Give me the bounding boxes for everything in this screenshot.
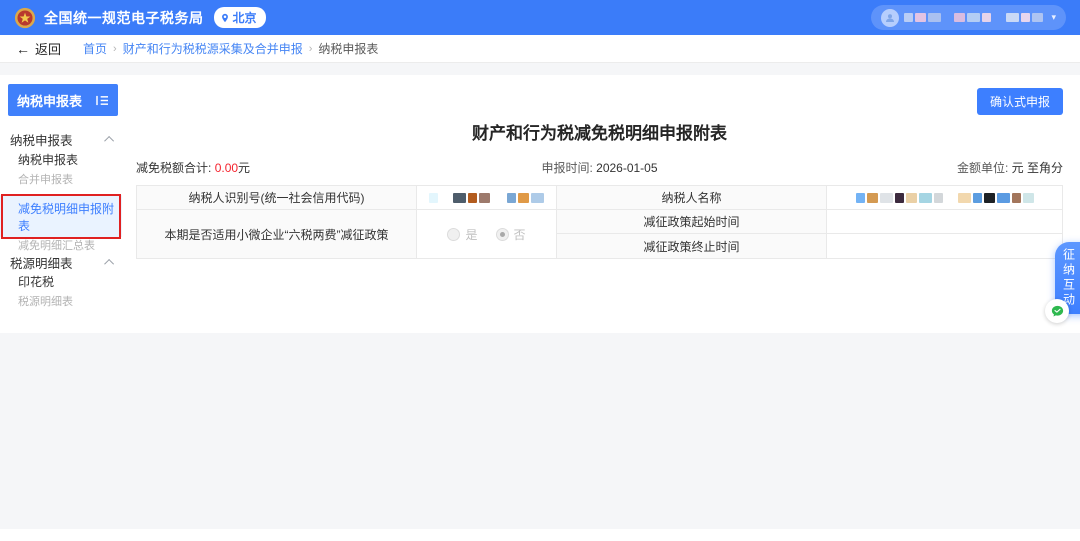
main-content: 确认式申报 财产和行为税减免税明细申报附表 减免税额合计: 0.00元 申报时间… <box>128 75 1080 333</box>
reduction-total-label: 减免税额合计: <box>136 161 211 175</box>
sidebar: 纳税申报表 纳税申报表 纳税申报表 合并申报表 减免税明细申报附表 减免明细汇总… <box>0 75 128 333</box>
declaration-table: 纳税人识别号(统一社会信用代码) 纳税人名称 本期是否适用小微企业“六税两费”减… <box>136 185 1063 259</box>
item-sublabel: 合并申报表 <box>18 171 122 187</box>
user-account-menu[interactable]: ▾ <box>871 5 1066 30</box>
sidebar-item-stamp-tax[interactable]: 印花税 税源明细表 <box>0 273 122 309</box>
sidebar-item-tax-return[interactable]: 纳税申报表 合并申报表 <box>0 151 122 187</box>
radio-option[interactable]: 否 <box>496 226 526 243</box>
taxpayer-id-label-cell: 纳税人识别号(统一社会信用代码) <box>137 186 417 210</box>
breadcrumb-home[interactable]: 首页 <box>83 40 107 57</box>
item-sublabel: 税源明细表 <box>18 293 122 309</box>
breadcrumb-collection[interactable]: 财产和行为税税源采集及合并申报 <box>123 40 303 57</box>
radio-circle-icon[interactable] <box>496 228 509 241</box>
declare-time-value: 2026-01-05 <box>596 161 657 175</box>
policy-end-value-cell <box>827 234 1062 258</box>
location-badge[interactable]: 北京 <box>214 7 266 28</box>
radio-option[interactable]: 是 <box>447 226 477 243</box>
national-emblem-icon <box>14 7 36 29</box>
item-label: 印花税 <box>18 273 122 290</box>
amount-unit-value: 元 至角分 <box>1012 161 1063 175</box>
back-arrow-icon: ← <box>16 42 30 56</box>
location-label: 北京 <box>233 9 257 26</box>
taxpayer-name-masked-value <box>855 193 1035 203</box>
radio-label: 否 <box>514 226 526 243</box>
taxpayer-id-value-cell <box>417 186 557 210</box>
sidebar-section-declaration-forms[interactable]: 纳税申报表 <box>10 130 114 149</box>
declare-time-label: 申报时间: <box>541 161 592 175</box>
sidebar-section-tax-source-details[interactable]: 税源明细表 <box>10 253 114 272</box>
back-button[interactable]: ← 返回 <box>16 39 61 58</box>
policy-end-label-cell: 减征政策终止时间 <box>557 234 827 258</box>
section-label: 税源明细表 <box>10 253 73 272</box>
reduction-total-unit: 元 <box>238 161 250 175</box>
collapse-sidebar-icon[interactable] <box>96 95 109 106</box>
reduction-total-value: 0.00 <box>215 161 238 175</box>
taxpayer-name-value-cell <box>827 186 1062 210</box>
item-sublabel: 减免明细汇总表 <box>18 237 122 253</box>
user-name-masked <box>903 13 1044 22</box>
reduction-total: 减免税额合计: 0.00元 <box>136 159 426 176</box>
sidebar-title-bar: 纳税申报表 <box>8 84 118 116</box>
chat-assistant-icon[interactable] <box>1045 299 1069 323</box>
policy-radio-cell: 是否 <box>417 210 557 258</box>
sidebar-item-reduction-detail-annex[interactable]: 减免税明细申报附表 减免明细汇总表 <box>0 195 122 237</box>
interaction-float-tab[interactable]: 征纳互动 <box>1055 242 1080 314</box>
chevron-up-icon <box>104 136 114 146</box>
breadcrumb-separator: › <box>113 43 117 55</box>
item-label: 减免税明细申报附表 <box>18 200 122 234</box>
bottom-strip <box>0 529 1080 541</box>
taxpayer-name-label-cell: 纳税人名称 <box>557 186 827 210</box>
content-panel: 纳税申报表 纳税申报表 纳税申报表 合并申报表 减免税明细申报附表 减免明细汇总… <box>0 75 1080 333</box>
top-bar: 全国统一规范电子税务局 北京 ▾ <box>0 0 1080 35</box>
chevron-down-icon: ▾ <box>1051 12 1056 23</box>
declare-time: 申报时间: 2026-01-05 <box>426 159 774 176</box>
location-pin-icon <box>220 13 230 23</box>
policy-question-label-cell: 本期是否适用小微企业“六税两费”减征政策 <box>137 210 417 258</box>
app-title: 全国统一规范电子税务局 <box>44 8 204 28</box>
user-avatar-icon <box>881 9 899 27</box>
confirm-declaration-button[interactable]: 确认式申报 <box>977 88 1063 115</box>
breadcrumb-current: 纳税申报表 <box>318 40 378 57</box>
policy-start-value-cell <box>827 210 1062 234</box>
policy-radio-group[interactable]: 是否 <box>447 226 525 243</box>
back-label: 返回 <box>35 39 61 58</box>
radio-circle-icon[interactable] <box>447 228 460 241</box>
sidebar-title: 纳税申报表 <box>17 91 82 110</box>
taxpayer-id-masked-value <box>428 193 545 203</box>
policy-start-label-cell: 减征政策起始时间 <box>557 210 827 234</box>
breadcrumb-bar: ← 返回 首页 › 财产和行为税税源采集及合并申报 › 纳税申报表 <box>0 35 1080 63</box>
amount-unit-label: 金额单位: <box>957 161 1008 175</box>
form-title: 财产和行为税减免税明细申报附表 <box>136 119 1063 144</box>
radio-label: 是 <box>465 226 477 243</box>
form-info-row: 减免税额合计: 0.00元 申报时间: 2026-01-05 金额单位: 元 至… <box>136 159 1063 176</box>
section-label: 纳税申报表 <box>10 130 73 149</box>
interaction-tab-label: 征纳互动 <box>1061 248 1078 308</box>
chevron-up-icon <box>104 259 114 269</box>
item-label: 纳税申报表 <box>18 151 122 168</box>
amount-unit-note: 金额单位: 元 至角分 <box>773 159 1063 176</box>
breadcrumb-separator: › <box>309 43 313 55</box>
